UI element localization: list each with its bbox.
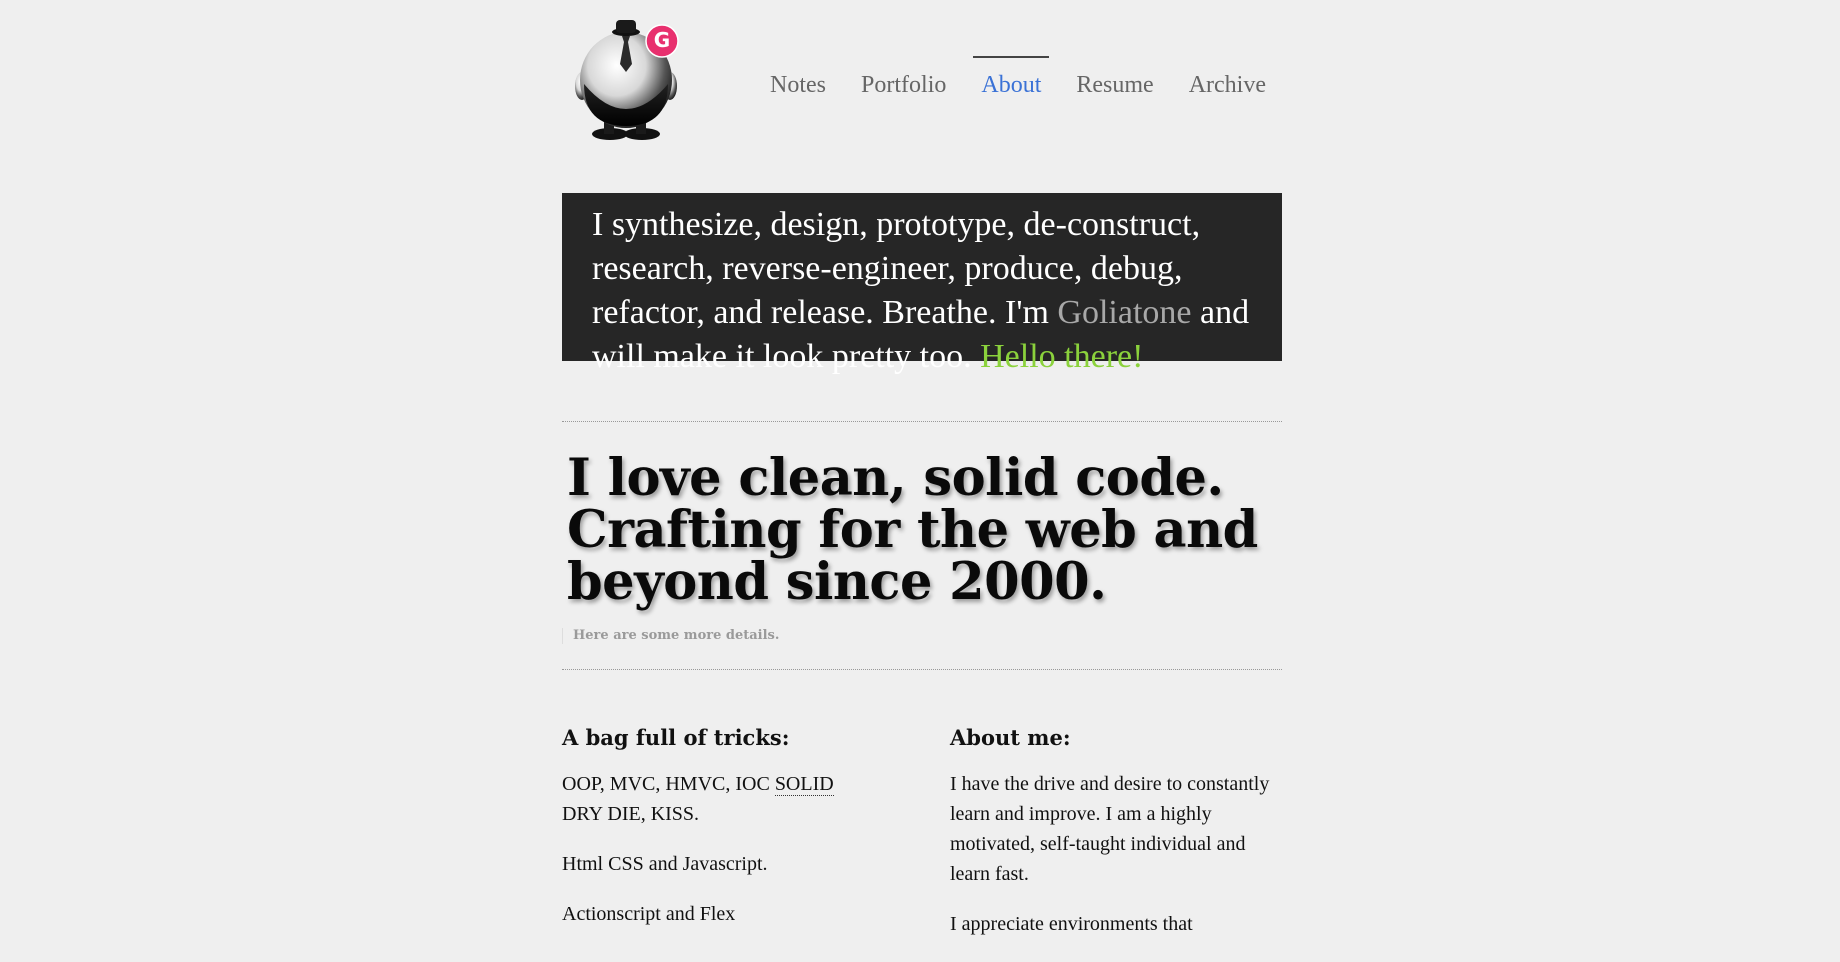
nav-archive[interactable]: Archive: [1181, 56, 1274, 98]
tricks-paragraph-2: Html CSS and Javascript.: [562, 853, 768, 875]
tricks-column: A bag full of tricks: OOP, MVC, HMVC, IO…: [562, 725, 902, 959]
nav-portfolio[interactable]: Portfolio: [853, 56, 954, 98]
divider: [562, 669, 1282, 670]
about-paragraph-1: I have the drive and desire to constantl…: [950, 773, 1270, 885]
logo-mascot-icon[interactable]: G: [570, 14, 686, 142]
page: G Notes Portfolio About Resume Archive I…: [562, 0, 1282, 959]
site-header: G Notes Portfolio About Resume Archive: [562, 0, 1282, 180]
intro-name: Goliatone: [1057, 294, 1192, 331]
nav-resume[interactable]: Resume: [1068, 56, 1161, 98]
tricks-paragraph-3: Actionscript and Flex: [562, 903, 736, 925]
tricks-p1-text: OOP, MVC, HMVC, IOC: [562, 773, 775, 795]
about-column: About me: I have the drive and desire to…: [950, 725, 1282, 959]
tricks-p1-text-2: DRY DIE, KISS.: [562, 803, 700, 825]
main-nav: Notes Portfolio About Resume Archive: [743, 56, 1274, 98]
about-heading: About me:: [950, 725, 1071, 750]
headline-line-1: I love clean, solid code.: [567, 448, 1224, 508]
about-paragraph-2: I appreciate environments that: [950, 913, 1193, 935]
content-columns: A bag full of tricks: OOP, MVC, HMVC, IO…: [562, 725, 1282, 959]
more-details-note: Here are some more details.: [562, 628, 1282, 644]
divider: [562, 421, 1282, 422]
intro-banner: I synthesize, design, prototype, de-cons…: [562, 193, 1282, 375]
headline-line-3: beyond since 2000.: [567, 552, 1107, 612]
intro-hello: Hello there!: [980, 338, 1144, 375]
nav-notes[interactable]: Notes: [762, 56, 834, 98]
tricks-heading: A bag full of tricks:: [562, 725, 790, 750]
nav-about[interactable]: About: [973, 56, 1050, 98]
headline-line-2: Crafting for the web and: [567, 500, 1258, 560]
logo-badge-letter: G: [653, 28, 671, 52]
tricks-paragraph-1: OOP, MVC, HMVC, IOC SOLID DRY DIE, KISS.: [562, 769, 902, 829]
page-headline: I love clean, solid code. Crafting for t…: [567, 452, 1282, 608]
solid-abbreviation[interactable]: SOLID: [774, 773, 834, 796]
